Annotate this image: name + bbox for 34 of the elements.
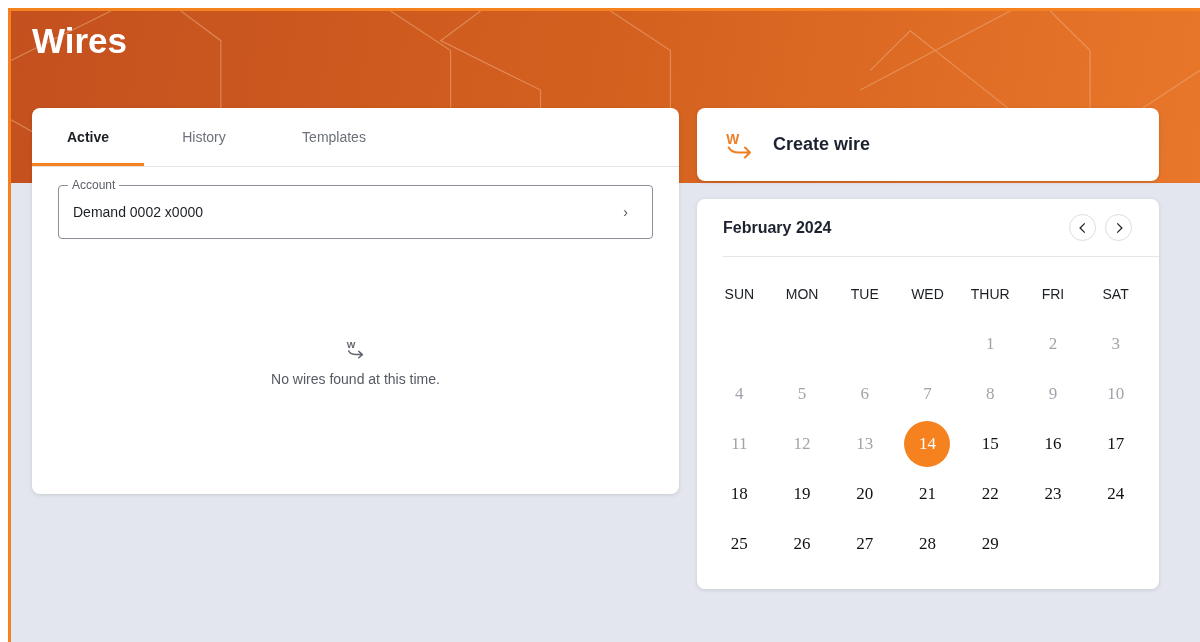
previous-month-button[interactable] xyxy=(1069,214,1096,241)
weekday-label: SAT xyxy=(1101,285,1130,304)
calendar-day[interactable]: 24 xyxy=(1092,471,1139,517)
calendar-day[interactable]: 27 xyxy=(841,521,888,567)
calendar-day[interactable]: 16 xyxy=(1029,421,1076,467)
weekday-label: FRI xyxy=(1040,285,1066,304)
calendar-day[interactable]: 17 xyxy=(1092,421,1139,467)
calendar-day[interactable]: 22 xyxy=(967,471,1014,517)
weekday-label: WED xyxy=(910,285,945,304)
calendar-month: February 2024 xyxy=(723,218,832,237)
calendar-day[interactable]: 23 xyxy=(1029,471,1076,517)
field-label: Account xyxy=(68,178,120,192)
calendar-day[interactable]: 19 xyxy=(779,471,826,517)
weekday-label: TUE xyxy=(849,285,880,304)
tab[interactable]: Active xyxy=(32,108,144,166)
page-title: Wires xyxy=(31,20,128,61)
calendar-day[interactable]: 18 xyxy=(716,471,763,517)
chevron-icon: › xyxy=(623,204,628,220)
calendar-day[interactable]: 15 xyxy=(967,421,1014,467)
weekday-label: MON xyxy=(784,285,820,304)
empty-message: No wires found at this time. xyxy=(271,371,440,387)
tab[interactable]: History xyxy=(160,108,248,166)
next-month-button[interactable] xyxy=(1105,214,1132,241)
weekday-label: SUN xyxy=(723,285,756,304)
calendar-day[interactable]: 25 xyxy=(716,521,763,567)
weekday-label: THUR xyxy=(969,285,1011,304)
calendar-day[interactable]: 20 xyxy=(841,471,888,517)
create-wire-button[interactable]: W Create wire xyxy=(697,108,1159,181)
calendar-day[interactable]: 26 xyxy=(779,521,826,567)
calendar-day[interactable]: 28 xyxy=(904,521,951,567)
field-value: Demand 0002 x0000 xyxy=(73,204,204,220)
tab[interactable]: Templates xyxy=(278,108,390,166)
calendar-day[interactable]: 29 xyxy=(967,521,1014,567)
calendar-day[interactable]: 21 xyxy=(904,471,951,517)
